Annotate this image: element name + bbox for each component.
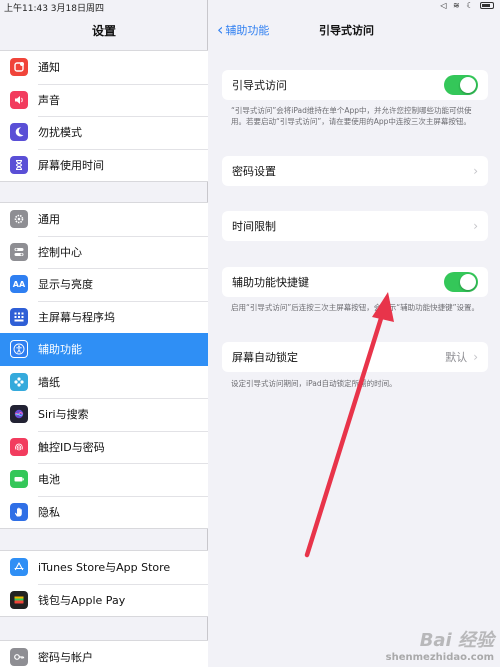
guided-access-detail: ‹ 辅助功能 引导式访问 引导式访问 “引导式访问”会将iPad维持在单个App… <box>209 0 500 667</box>
accessibility-icon <box>10 340 28 358</box>
auto-lock-label: 屏幕自动锁定 <box>232 349 445 365</box>
sidebar-item-home-screen-dock[interactable]: 主屏幕与程序坞 <box>0 301 208 334</box>
page-title: 引导式访问 <box>319 22 374 38</box>
time-limits-row[interactable]: 时间限制 › <box>222 211 488 241</box>
sidebar-item-wallet-apple-pay[interactable]: 钱包与Apple Pay <box>0 584 208 617</box>
switches-icon <box>10 243 28 261</box>
siri-icon <box>10 405 28 423</box>
sidebar-item-touch-id-passcode[interactable]: 触控ID与密码 <box>0 431 208 464</box>
sidebar-item-label: 主屏幕与程序坞 <box>38 309 115 325</box>
wifi-icon: ≋ <box>453 1 462 10</box>
passcode-settings-label: 密码设置 <box>232 163 473 179</box>
watermark: Bai 经验 shenmezhidao.com <box>386 626 494 663</box>
hand-icon <box>10 503 28 521</box>
moon-status-icon: ☾ <box>466 1 475 10</box>
back-button[interactable]: ‹ 辅助功能 <box>217 22 269 38</box>
key-icon <box>10 648 28 666</box>
back-button-label: 辅助功能 <box>225 22 269 38</box>
auto-lock-footnote: 设定引导式访问期间，iPad自动锁定所需的时间。 <box>231 378 485 389</box>
accessibility-shortcut-row: 辅助功能快捷键 <box>222 267 488 297</box>
accessibility-shortcut-label: 辅助功能快捷键 <box>232 274 444 290</box>
toggle-knob <box>460 77 476 93</box>
sidebar-item-label: 隐私 <box>38 504 60 520</box>
chevron-right-icon: › <box>473 219 478 233</box>
sidebar-item-itunes-app-store[interactable]: iTunes Store与App Store <box>0 551 208 584</box>
fingerprint-icon <box>10 438 28 456</box>
toggle-knob <box>460 274 476 290</box>
aa-icon: AA <box>10 275 28 293</box>
battery-icon <box>10 470 28 488</box>
watermark-url: shenmezhidao.com <box>386 652 494 663</box>
sidebar-group-3: iTunes Store与App Store 钱包与Apple Pay <box>0 550 208 617</box>
speaker-icon <box>10 91 28 109</box>
gear-icon <box>10 210 28 228</box>
sidebar-item-label: 通用 <box>38 211 60 227</box>
guided-access-toggle[interactable] <box>444 75 478 95</box>
sidebar-item-control-center[interactable]: 控制中心 <box>0 236 208 269</box>
chevron-right-icon: › <box>473 350 478 364</box>
bell-icon <box>10 58 28 76</box>
sidebar-item-label: 墙纸 <box>38 374 60 390</box>
passcode-settings-row[interactable]: 密码设置 › <box>222 156 488 186</box>
sidebar-item-notifications[interactable]: 通知 <box>0 51 208 84</box>
sidebar-item-do-not-disturb[interactable]: 勿扰模式 <box>0 116 208 149</box>
sidebar-group-4: 密码与帐户 <box>0 640 208 667</box>
sidebar-item-passwords-accounts[interactable]: 密码与帐户 <box>0 641 208 667</box>
settings-sidebar: 设置 通知 声音 勿扰模式 屏幕使用时间 <box>0 0 208 667</box>
sidebar-item-label: 屏幕使用时间 <box>38 157 104 173</box>
sidebar-item-accessibility[interactable]: 辅助功能 <box>0 333 208 366</box>
sidebar-group-1: 通知 声音 勿扰模式 屏幕使用时间 <box>0 50 208 182</box>
sidebar-item-label: 钱包与Apple Pay <box>38 592 125 608</box>
guided-access-label: 引导式访问 <box>232 77 444 93</box>
sidebar-item-label: iTunes Store与App Store <box>38 559 170 575</box>
sidebar-item-sounds[interactable]: 声音 <box>0 84 208 117</box>
sidebar-item-wallpaper[interactable]: 墙纸 <box>0 366 208 399</box>
sidebar-item-label: 控制中心 <box>38 244 82 260</box>
sidebar-title: 设置 <box>0 22 208 39</box>
wallet-icon <box>10 591 28 609</box>
moon-icon <box>10 123 28 141</box>
sidebar-item-label: 电池 <box>38 471 60 487</box>
auto-lock-value: 默认 <box>445 349 467 365</box>
accessibility-shortcut-toggle[interactable] <box>444 272 478 292</box>
auto-lock-row[interactable]: 屏幕自动锁定 默认 › <box>222 342 488 372</box>
sidebar-item-label: 勿扰模式 <box>38 124 82 140</box>
status-bar: 上午11:43 3月18日周四 ◁ ≋ ☾ <box>0 0 500 12</box>
guided-access-footnote: “引导式访问”会将iPad维持在单个App中，并允许您控制哪些功能可供使用。若要… <box>231 105 485 127</box>
guided-access-row: 引导式访问 <box>222 70 488 100</box>
appstore-icon <box>10 558 28 576</box>
sidebar-item-label: 通知 <box>38 59 60 75</box>
accessibility-shortcut-footnote: 启用“引导式访问”后连按三次主屏幕按钮，会显示“辅助功能快捷键”设置。 <box>231 302 485 313</box>
battery-status-icon <box>480 2 494 9</box>
location-icon: ◁ <box>440 1 448 10</box>
grid-icon <box>10 308 28 326</box>
sidebar-item-privacy[interactable]: 隐私 <box>0 496 208 529</box>
sidebar-item-label: 触控ID与密码 <box>38 439 105 455</box>
sidebar-item-display-brightness[interactable]: AA 显示与亮度 <box>0 268 208 301</box>
sidebar-item-general[interactable]: 通用 <box>0 203 208 236</box>
sidebar-item-screen-time[interactable]: 屏幕使用时间 <box>0 149 208 182</box>
chevron-right-icon: › <box>473 164 478 178</box>
chevron-left-icon: ‹ <box>217 25 223 35</box>
sidebar-item-label: 辅助功能 <box>38 341 82 357</box>
sidebar-item-label: 声音 <box>38 92 60 108</box>
watermark-logo: Bai 经验 <box>386 626 494 652</box>
sidebar-group-2: 通用 控制中心 AA 显示与亮度 主屏幕与程序坞 辅助功能 <box>0 202 208 529</box>
status-icons: ◁ ≋ ☾ <box>440 1 494 10</box>
hourglass-icon <box>10 156 28 174</box>
time-limits-label: 时间限制 <box>232 218 473 234</box>
sidebar-item-label: Siri与搜索 <box>38 406 89 422</box>
status-time: 上午11:43 3月18日周四 <box>4 1 104 14</box>
flower-icon <box>10 373 28 391</box>
sidebar-item-battery[interactable]: 电池 <box>0 463 208 496</box>
sidebar-item-siri-search[interactable]: Siri与搜索 <box>0 398 208 431</box>
sidebar-item-label: 密码与帐户 <box>38 649 93 665</box>
sidebar-item-label: 显示与亮度 <box>38 276 93 292</box>
